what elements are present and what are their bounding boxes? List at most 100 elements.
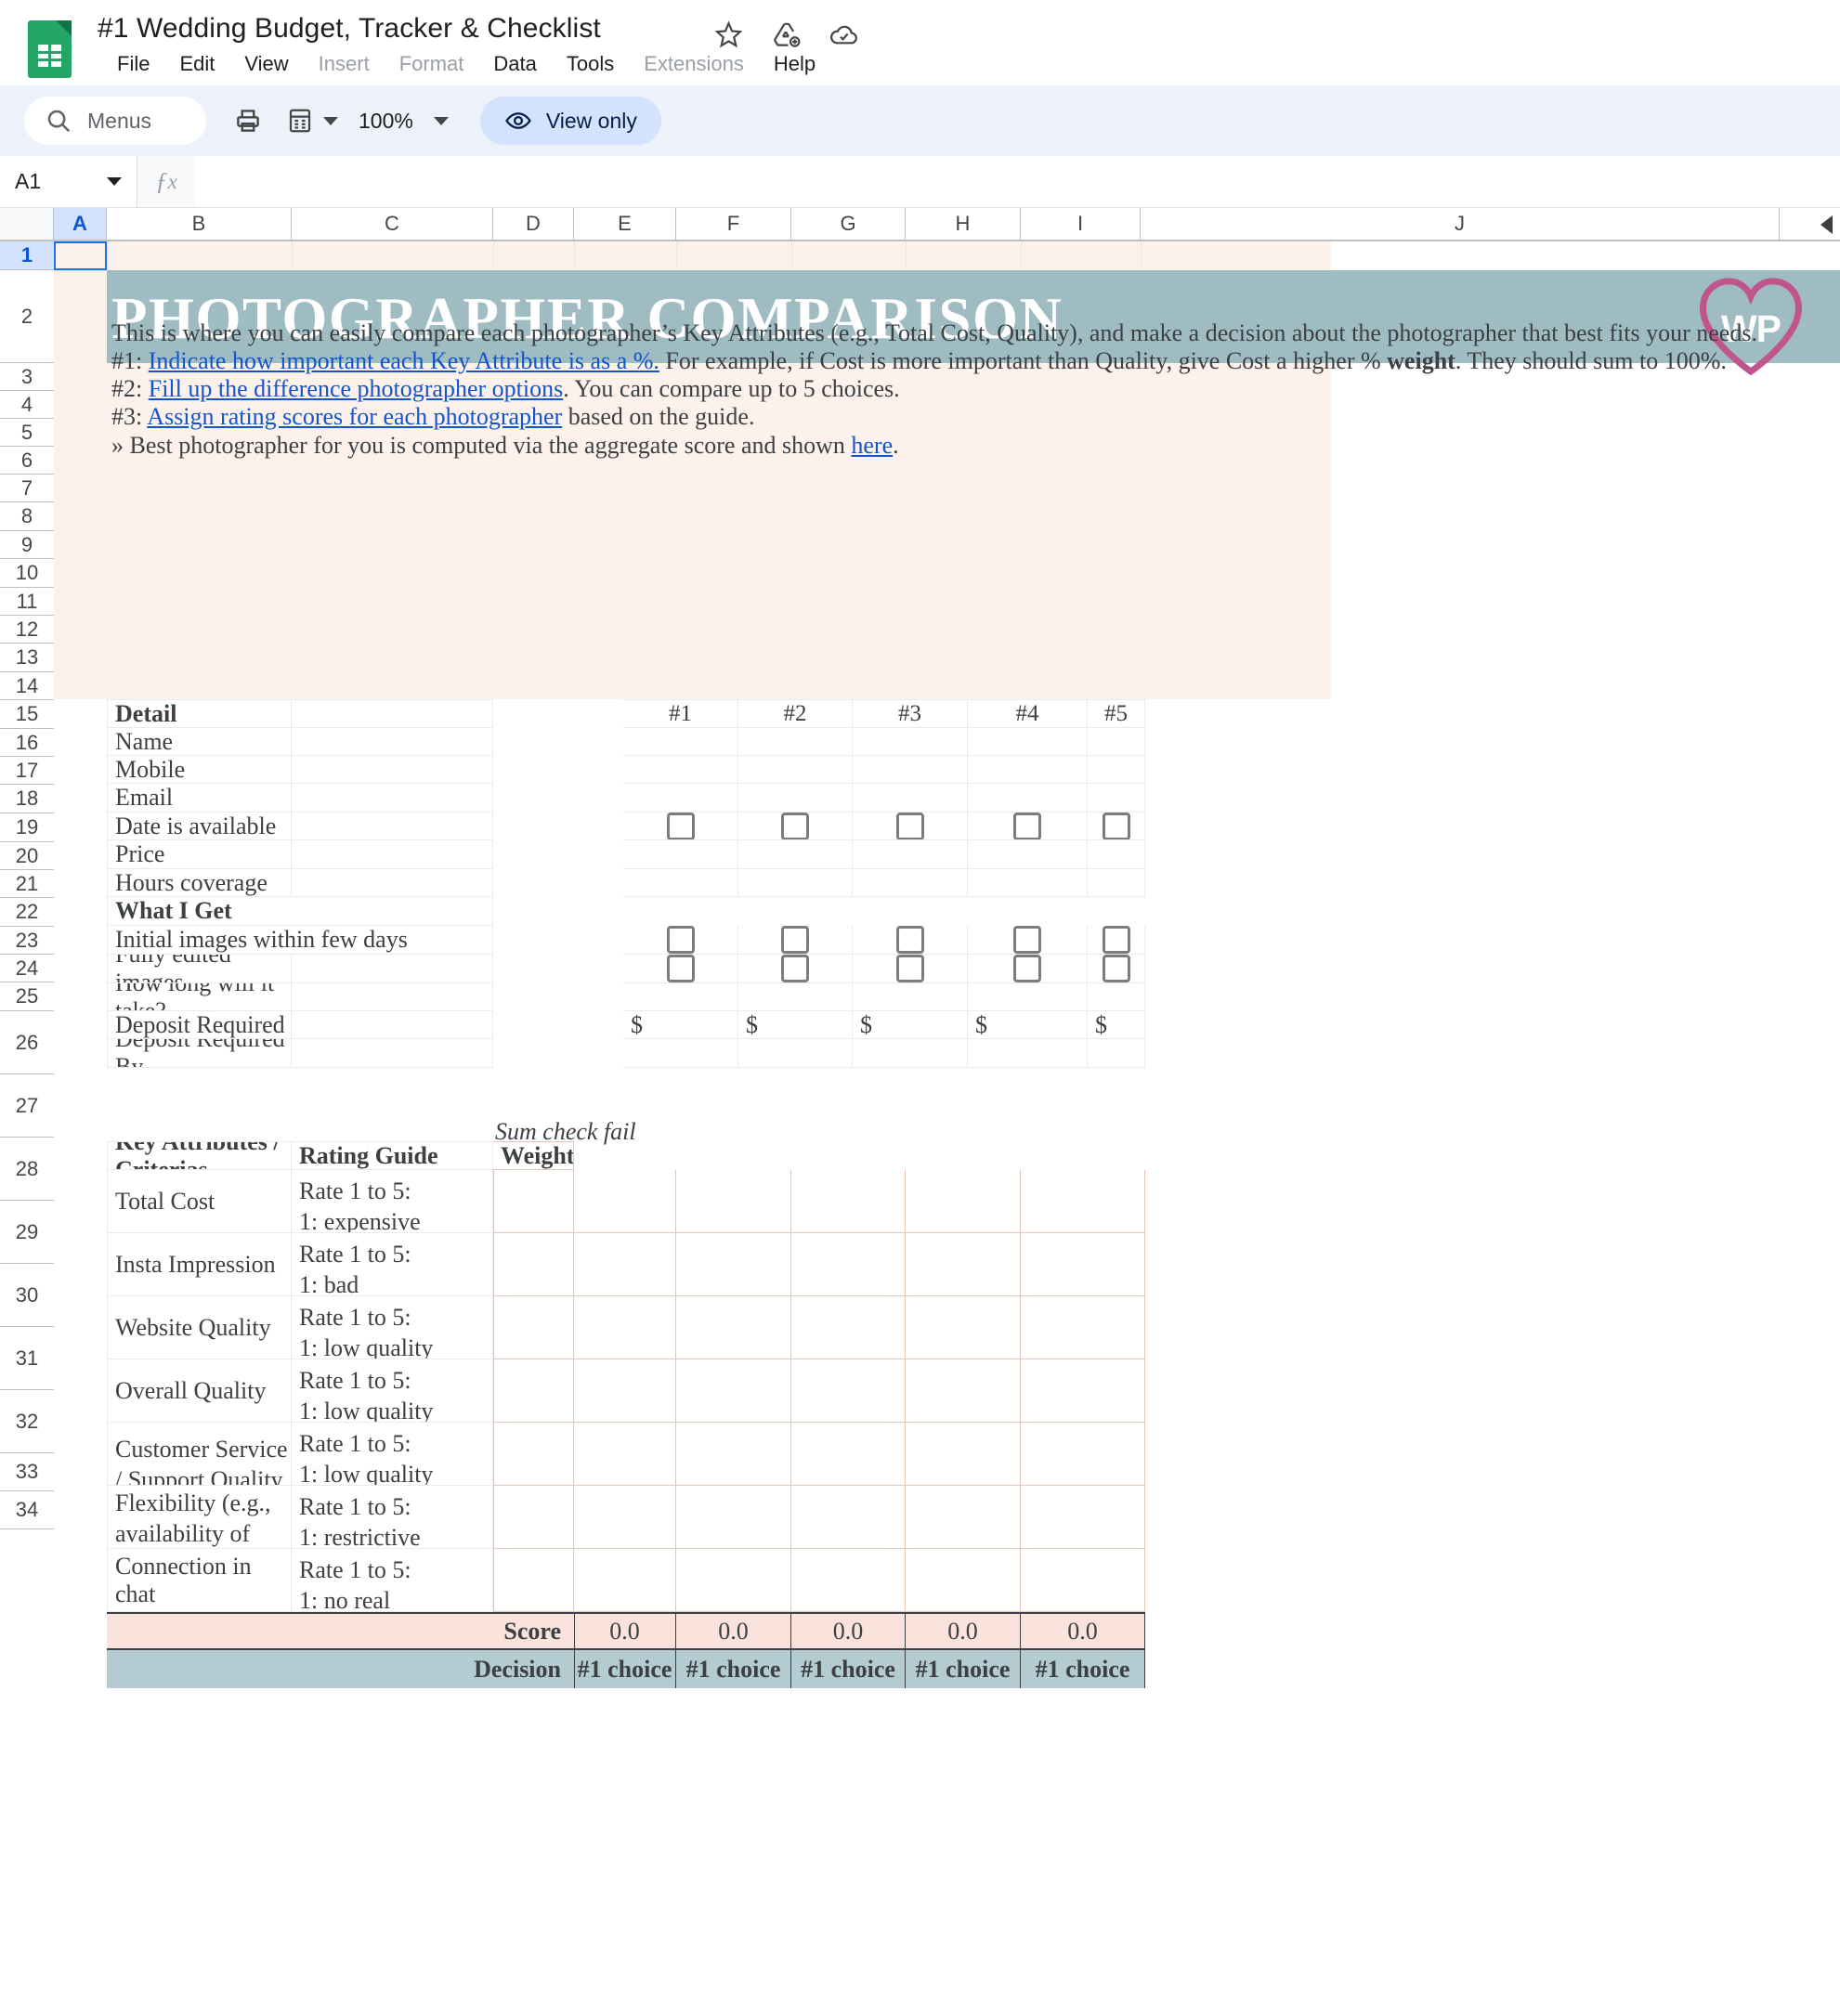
fully-edited-checkbox-5[interactable]: [1088, 955, 1145, 983]
rating-cell-1[interactable]: [574, 1359, 676, 1423]
column-header-e[interactable]: E: [574, 208, 676, 240]
row-header-17[interactable]: 17: [0, 757, 54, 785]
rating-cell-2[interactable]: [676, 1549, 791, 1612]
what-i-get-row-cell[interactable]: [292, 1039, 493, 1068]
initial-images-checkbox-5[interactable]: [1088, 926, 1145, 955]
checkbox-icon[interactable]: [1013, 813, 1041, 839]
row-header-31[interactable]: 31: [0, 1327, 54, 1390]
deposit-by-cell-4[interactable]: [968, 1039, 1088, 1068]
rating-cell-4[interactable]: [906, 1486, 1021, 1549]
rating-cell-1[interactable]: [574, 1233, 676, 1296]
initial-images-checkbox-4[interactable]: [968, 926, 1088, 955]
rating-cell-2[interactable]: [676, 1423, 791, 1486]
column-header-a[interactable]: A: [54, 208, 107, 240]
rating-cell-2[interactable]: [676, 1359, 791, 1423]
fully-edited-checkbox-4[interactable]: [968, 955, 1088, 983]
row-header-8[interactable]: 8: [0, 502, 54, 531]
what-i-get-row-cell[interactable]: [292, 983, 493, 1011]
checkbox-icon[interactable]: [781, 955, 809, 982]
detail-cell-2[interactable]: [738, 869, 853, 897]
instruction-2-link[interactable]: Indicate how important each Key Attribut…: [149, 347, 659, 374]
detail-cell-1[interactable]: [623, 869, 738, 897]
row-header-9[interactable]: 9: [0, 531, 54, 559]
row-header-22[interactable]: 22: [0, 898, 54, 927]
detail-cell-2[interactable]: [738, 840, 853, 869]
weight-cell-overall-quality[interactable]: [493, 1359, 574, 1423]
deposit-required-cell-3[interactable]: $: [853, 1011, 968, 1039]
fully-edited-checkbox-1[interactable]: [623, 955, 738, 983]
detail-cell-1[interactable]: [623, 784, 738, 813]
detail-row-cell[interactable]: [292, 869, 493, 897]
row-header-13[interactable]: 13: [0, 644, 54, 672]
menu-view[interactable]: View: [229, 50, 303, 78]
date-available-checkbox-4[interactable]: [968, 813, 1088, 840]
detail-cell-5[interactable]: [1088, 728, 1145, 756]
document-title[interactable]: #1 Wedding Budget, Tracker & Checklist: [98, 13, 601, 45]
menu-insert[interactable]: Insert: [304, 50, 385, 78]
cloud-saved-icon[interactable]: [829, 20, 859, 50]
rating-cell-4[interactable]: [906, 1296, 1021, 1359]
deposit-by-cell-1[interactable]: [623, 1039, 738, 1068]
checkbox-icon[interactable]: [781, 813, 809, 839]
row-header-10[interactable]: 10: [0, 559, 54, 588]
detail-cell-3[interactable]: [853, 756, 968, 784]
detail-cell-4[interactable]: [968, 840, 1088, 869]
row-header-34[interactable]: 34: [0, 1491, 54, 1529]
rating-cell-1[interactable]: [574, 1170, 676, 1233]
column-header-d[interactable]: D: [493, 208, 574, 240]
date-available-checkbox-5[interactable]: [1088, 813, 1145, 840]
detail-cell-3[interactable]: [853, 840, 968, 869]
rating-cell-5[interactable]: [1021, 1359, 1145, 1423]
detail-cell-3[interactable]: [853, 784, 968, 813]
row-header-16[interactable]: 16: [0, 729, 54, 757]
rating-cell-5[interactable]: [1021, 1296, 1145, 1359]
detail-row-cell[interactable]: [292, 728, 493, 756]
rating-cell-3[interactable]: [791, 1296, 906, 1359]
detail-cell-4[interactable]: [968, 869, 1088, 897]
rating-cell-5[interactable]: [1021, 1486, 1145, 1549]
row-header-24[interactable]: 24: [0, 955, 54, 982]
detail-cell-2[interactable]: [738, 728, 853, 756]
detail-cell-1[interactable]: [623, 840, 738, 869]
rating-cell-3[interactable]: [791, 1233, 906, 1296]
column-header-g[interactable]: G: [791, 208, 906, 240]
rating-cell-3[interactable]: [791, 1423, 906, 1486]
row-header-29[interactable]: 29: [0, 1201, 54, 1264]
date-available-checkbox-3[interactable]: [853, 813, 968, 840]
deposit-by-cell-5[interactable]: [1088, 1039, 1145, 1068]
rating-cell-4[interactable]: [906, 1170, 1021, 1233]
detail-row-cell[interactable]: [292, 756, 493, 784]
detail-cell-2[interactable]: [738, 756, 853, 784]
how-long-cell-1[interactable]: [623, 983, 738, 1011]
column-header-c[interactable]: C: [292, 208, 493, 240]
zoom-dropdown-caret-icon[interactable]: [433, 116, 449, 125]
instruction-4-link[interactable]: Assign rating scores for each photograph…: [147, 403, 562, 430]
weight-cell-website-quality[interactable]: [493, 1296, 574, 1359]
row-header-15[interactable]: 15: [0, 700, 54, 729]
checkbox-icon[interactable]: [666, 926, 695, 954]
detail-cell-4[interactable]: [968, 756, 1088, 784]
rating-cell-5[interactable]: [1021, 1423, 1145, 1486]
view-only-badge[interactable]: View only: [479, 97, 661, 145]
column-header-j[interactable]: J: [1141, 208, 1780, 240]
fully-edited-checkbox-2[interactable]: [738, 955, 853, 983]
deposit-required-cell-5[interactable]: $: [1088, 1011, 1145, 1039]
deposit-required-cell-1[interactable]: $: [623, 1011, 738, 1039]
rating-cell-4[interactable]: [906, 1233, 1021, 1296]
weight-cell-total-cost[interactable]: [493, 1170, 574, 1233]
scroll-left-arrow-icon[interactable]: [1820, 215, 1833, 234]
row-header-12[interactable]: 12: [0, 616, 54, 644]
checkbox-icon[interactable]: [895, 955, 924, 982]
detail-row-cell[interactable]: [292, 813, 493, 840]
menu-format[interactable]: Format: [385, 50, 479, 78]
detail-cell-1[interactable]: [623, 756, 738, 784]
checkbox-icon[interactable]: [666, 955, 695, 982]
checkbox-icon[interactable]: [1102, 813, 1130, 839]
star-icon[interactable]: [713, 20, 744, 50]
formula-input[interactable]: [195, 156, 1840, 207]
rating-cell-5[interactable]: [1021, 1233, 1145, 1296]
checkbox-icon[interactable]: [1102, 955, 1130, 982]
rating-cell-5[interactable]: [1021, 1170, 1145, 1233]
name-box-caret-icon[interactable]: [107, 177, 122, 186]
rating-cell-3[interactable]: [791, 1170, 906, 1233]
